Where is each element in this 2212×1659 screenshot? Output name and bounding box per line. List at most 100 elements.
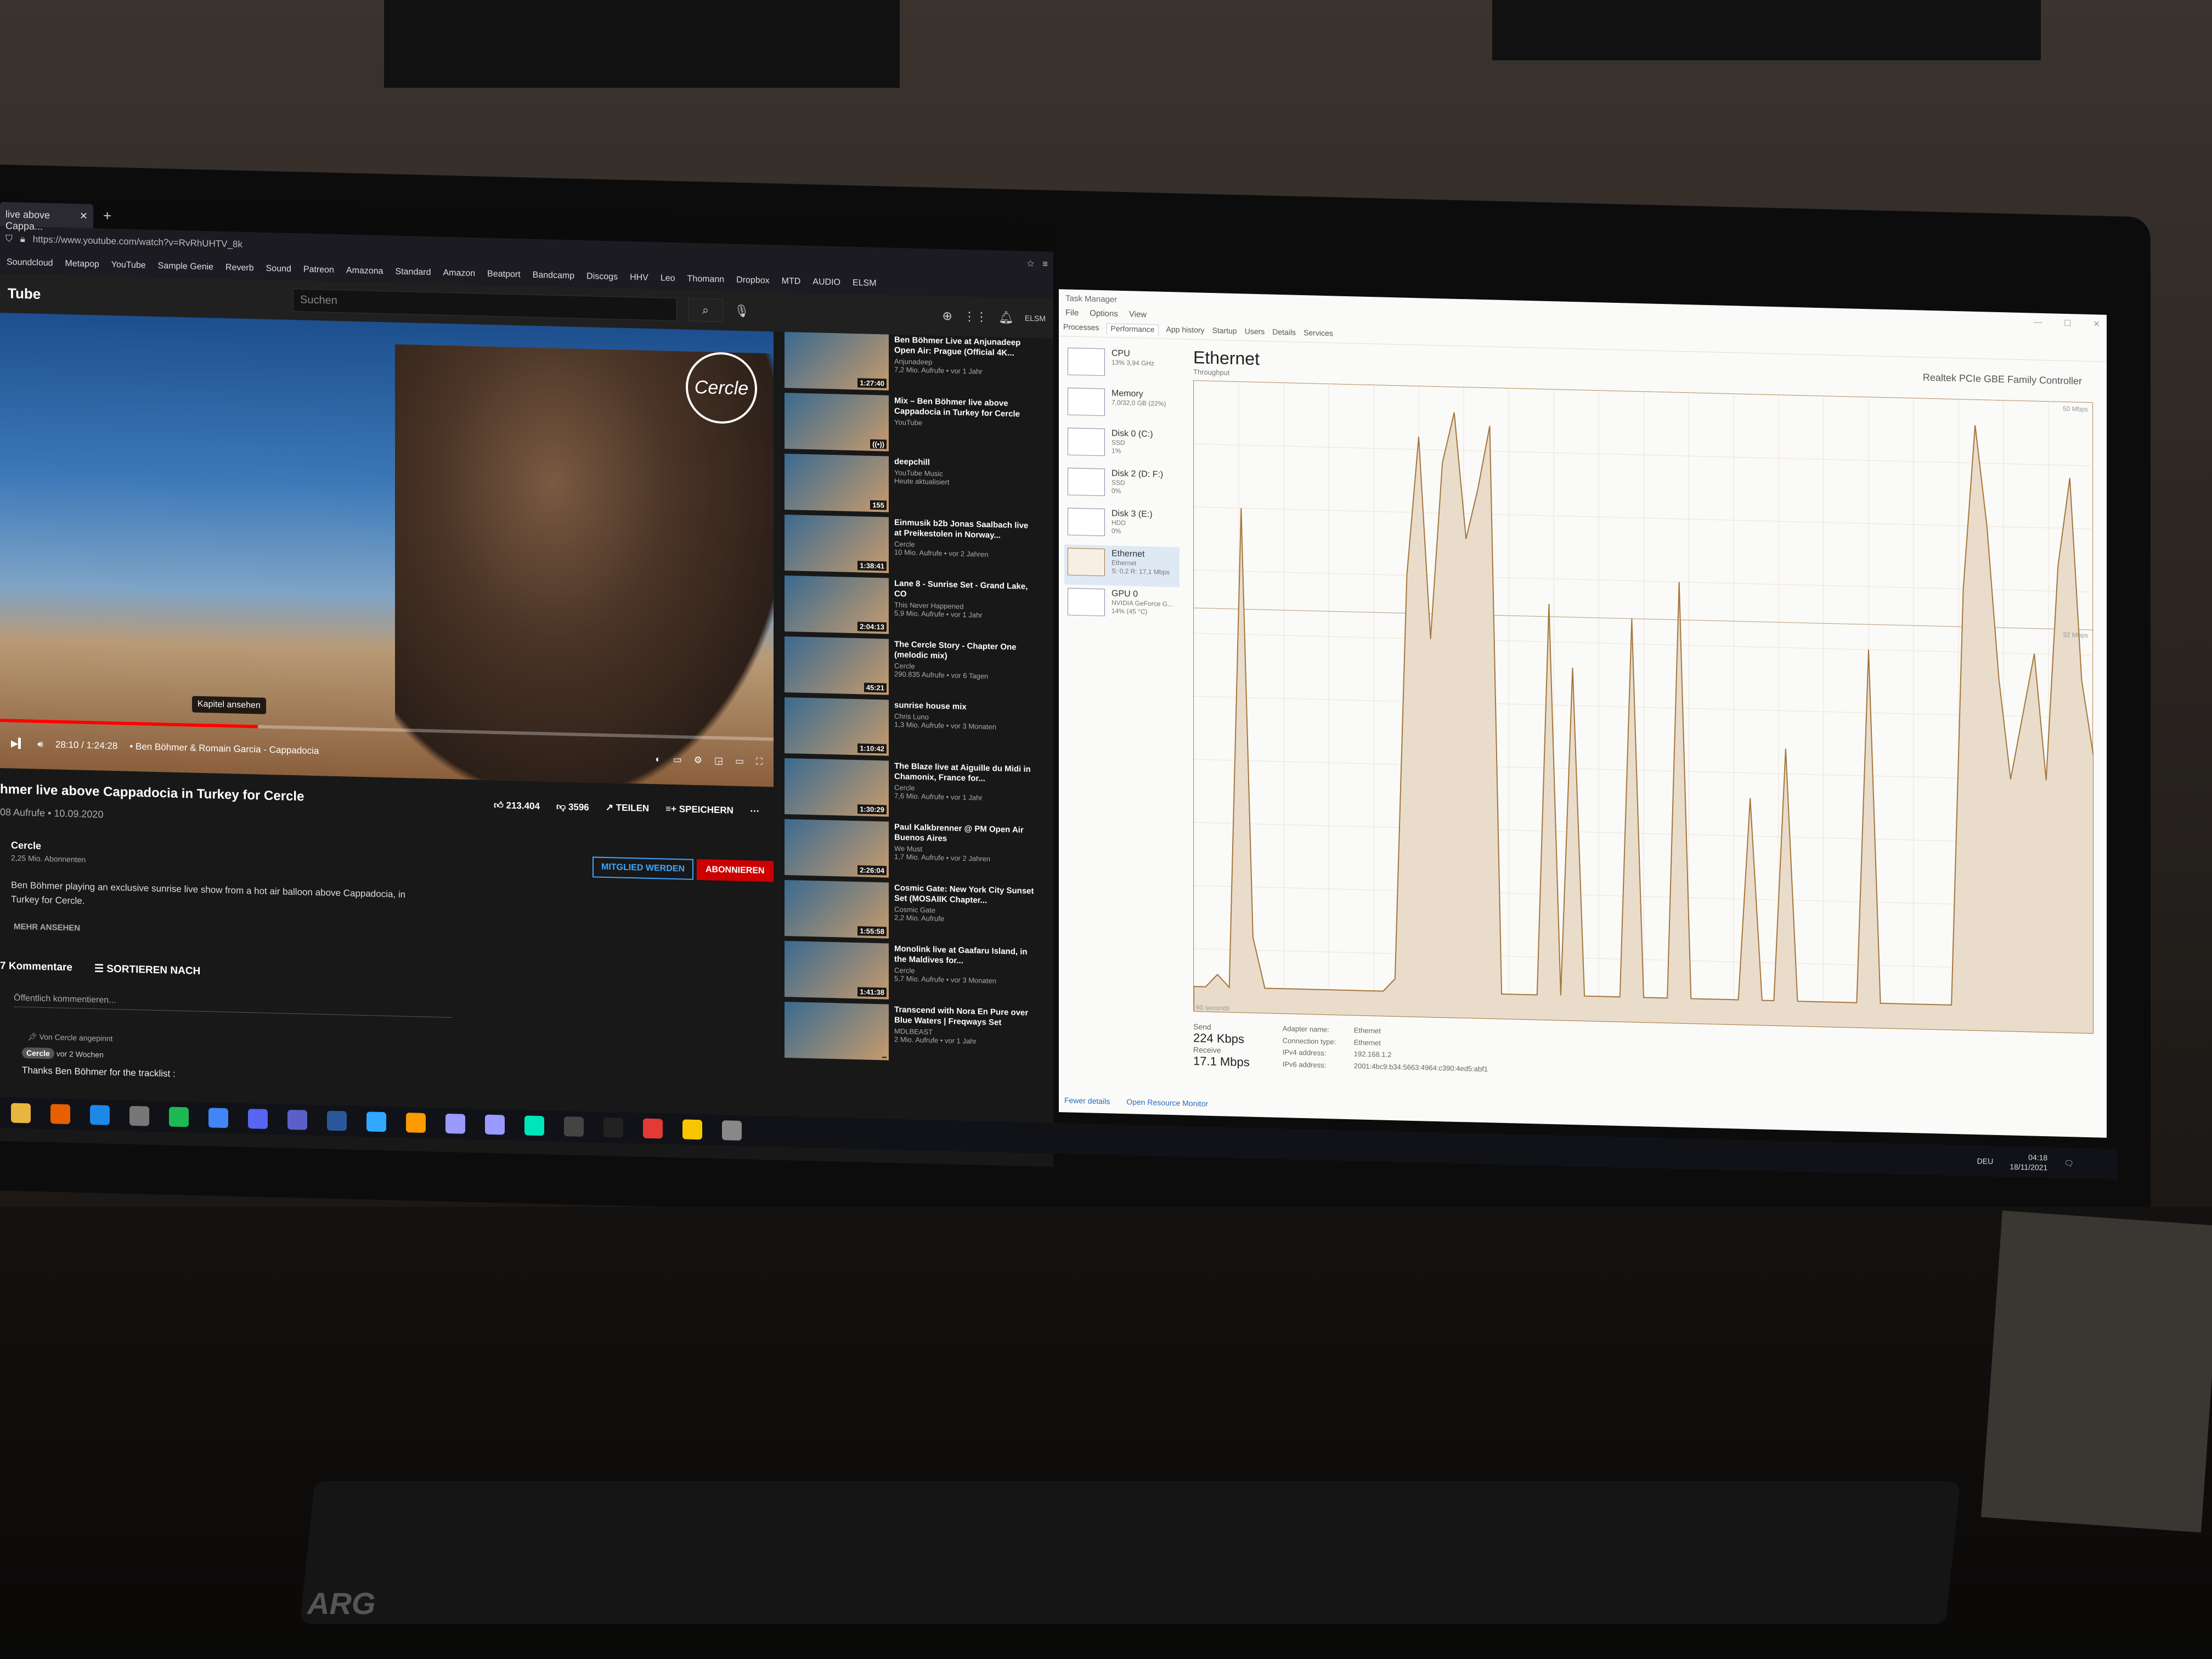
recommendation-thumbnail[interactable]: 1:30:29: [785, 758, 889, 817]
tm-tab[interactable]: Startup: [1212, 326, 1237, 338]
tm-tab[interactable]: Details: [1272, 328, 1296, 340]
subscribe-button[interactable]: ABONNIEREN: [697, 859, 774, 882]
show-more-button[interactable]: MEHR ANSEHEN: [14, 922, 80, 933]
recommendation-item[interactable]: Transcend with Nora En Pure over Blue Wa…: [785, 1001, 1042, 1069]
taskbar-app-icon[interactable]: [208, 1108, 228, 1128]
close-icon[interactable]: ✕: [2093, 319, 2100, 329]
tm-tab[interactable]: App history: [1166, 325, 1205, 337]
recommendation-title[interactable]: Einmusik b2b Jonas Saalbach live at Prei…: [894, 517, 1037, 541]
autoplay-toggle[interactable]: ◐: [655, 754, 661, 765]
save-button[interactable]: ≡+ SPEICHERN: [665, 804, 733, 817]
next-icon[interactable]: ▶▍: [11, 738, 25, 749]
close-icon[interactable]: ✕: [80, 211, 88, 222]
new-tab-button[interactable]: +: [93, 202, 121, 229]
taskbar-app-icon[interactable]: [327, 1110, 347, 1131]
more-icon[interactable]: ⋯: [750, 805, 759, 817]
maximize-icon[interactable]: ☐: [2064, 318, 2071, 328]
like-button[interactable]: 👍︎ 213.404: [494, 799, 540, 812]
search-input[interactable]: Suchen: [293, 289, 677, 321]
recommendation-item[interactable]: 1:41:38 Monolink live at Gaafaru Island, …: [785, 940, 1042, 1008]
chapter-title[interactable]: • Ben Böhmer & Romain Garcia - Cappadoci…: [129, 741, 319, 757]
gear-icon[interactable]: ⚙: [694, 755, 702, 766]
taskbar-app-icon[interactable]: [248, 1109, 268, 1129]
resource-monitor-link[interactable]: Open Resource Monitor: [1126, 1097, 1208, 1108]
create-icon[interactable]: ⊕: [943, 309, 952, 323]
recommendation-title[interactable]: Transcend with Nora En Pure over Blue Wa…: [894, 1005, 1037, 1029]
channel-name[interactable]: Cercle: [11, 839, 86, 853]
microphone-icon[interactable]: 🎙︎: [734, 304, 749, 319]
recommendation-channel[interactable]: YouTube: [894, 418, 1037, 430]
recommendation-item[interactable]: 155 deepchill YouTube Music Heute aktualisi…: [785, 453, 1042, 521]
recommendation-title[interactable]: Monolink live at Gaafaru Island, in the …: [894, 944, 1037, 968]
sort-button[interactable]: ☰ SORTIEREN NACH: [94, 962, 200, 978]
clock[interactable]: 04:18 18/11/2021: [2010, 1152, 2047, 1173]
recommendation-thumbnail[interactable]: 1:41:38: [785, 940, 889, 1000]
recommendation-item[interactable]: 45:21 The Cercle Story - Chapter One (mel…: [785, 636, 1042, 703]
recommendation-thumbnail[interactable]: [785, 1001, 889, 1060]
recommendation-thumbnail[interactable]: 1:10:42: [785, 697, 889, 756]
comment-input[interactable]: Öffentlich kommentieren...: [14, 993, 453, 1018]
bookmark-item[interactable]: Standard: [396, 267, 431, 278]
bookmark-item[interactable]: Soundcloud: [7, 257, 53, 268]
taskbar-app-icon[interactable]: [287, 1109, 307, 1130]
taskbar-app-icon[interactable]: [485, 1114, 505, 1135]
bookmark-item[interactable]: Patreon: [303, 265, 334, 275]
lang-indicator[interactable]: DEU: [1977, 1156, 1994, 1166]
menu-item[interactable]: Options: [1090, 309, 1118, 320]
join-button[interactable]: MITGLIED WERDEN: [592, 856, 693, 880]
recommendation-item[interactable]: 1:38:41 Einmusik b2b Jonas Saalbach live …: [785, 514, 1042, 582]
recommendation-item[interactable]: 1:27:40 Ben Böhmer Live at Anjunadeep Ope…: [785, 331, 1042, 399]
menu-item[interactable]: View: [1129, 309, 1147, 321]
dislike-button[interactable]: 👎︎ 3596: [556, 801, 589, 813]
taskbar-app-icon[interactable]: [564, 1116, 584, 1137]
taskbar-app-icon[interactable]: [11, 1103, 31, 1124]
taskbar-app-icon[interactable]: [366, 1111, 386, 1132]
taskbar-app-icon[interactable]: [90, 1105, 110, 1125]
taskbar-app-icon[interactable]: [169, 1107, 189, 1127]
recommendation-thumbnail[interactable]: 45:21: [785, 636, 889, 695]
bookmark-item[interactable]: Bandcamp: [533, 270, 575, 281]
resource-item[interactable]: CPU 13% 3,94 GHz: [1064, 344, 1180, 387]
recommendation-thumbnail[interactable]: 1:38:41: [785, 514, 889, 573]
fewer-details-link[interactable]: Fewer details: [1064, 1096, 1110, 1105]
tm-tab[interactable]: Performance: [1107, 323, 1159, 336]
avatar[interactable]: ELSM: [1025, 314, 1046, 323]
recommendation-title[interactable]: Paul Kalkbrenner @ PM Open Air Buenos Ai…: [894, 822, 1037, 846]
tm-tab[interactable]: Services: [1304, 328, 1333, 340]
recommendation-thumbnail[interactable]: ((•)): [785, 392, 889, 452]
share-button[interactable]: ↗ TEILEN: [606, 802, 649, 815]
recommendation-title[interactable]: The Blaze live at Aiguille du Midi in Ch…: [894, 761, 1037, 785]
recommendation-title[interactable]: The Cercle Story - Chapter One (melodic …: [894, 639, 1037, 663]
bell-icon[interactable]: 🔔︎: [998, 310, 1014, 325]
bookmark-item[interactable]: AUDIO: [812, 277, 840, 287]
taskbar-app-icon[interactable]: [722, 1120, 742, 1141]
subtitles-icon[interactable]: ▭: [673, 754, 682, 765]
menu-icon[interactable]: ≡: [1042, 258, 1048, 269]
fullscreen-icon[interactable]: ⛶: [756, 757, 763, 768]
bookmark-item[interactable]: MTD: [782, 276, 801, 287]
recommendation-title[interactable]: Ben Böhmer Live at Anjunadeep Open Air: …: [894, 335, 1037, 359]
recommendation-item[interactable]: 1:30:29 The Blaze live at Aiguille du Mid…: [785, 758, 1042, 825]
shield-icon[interactable]: ⛉: [5, 233, 13, 244]
search-icon[interactable]: ⌕: [688, 298, 723, 323]
tm-tab[interactable]: Users: [1245, 326, 1265, 338]
recommendation-item[interactable]: 2:26:04 Paul Kalkbrenner @ PM Open Air Bu…: [785, 819, 1042, 886]
recommendation-item[interactable]: 1:10:42 sunrise house mix Chris Luno 1,3 Mi…: [785, 697, 1042, 764]
taskbar-app-icon[interactable]: [50, 1104, 70, 1125]
recommendation-item[interactable]: 1:55:58 Cosmic Gate: New York City Sunset…: [785, 879, 1042, 947]
bookmark-item[interactable]: Beatport: [487, 269, 520, 280]
bookmark-item[interactable]: Metapop: [65, 259, 99, 270]
resource-item[interactable]: Memory 7,0/32,0 GB (22%): [1064, 384, 1180, 427]
recommendation-title[interactable]: Lane 8 - Sunrise Set - Grand Lake, CO: [894, 578, 1037, 602]
bookmark-item[interactable]: Sound: [266, 264, 291, 274]
taskbar-app-icon[interactable]: [129, 1105, 149, 1126]
taskbar-app-icon[interactable]: [445, 1113, 465, 1134]
resource-item[interactable]: Disk 0 (C:) SSD 1%: [1064, 424, 1180, 467]
theater-icon[interactable]: ▭: [735, 756, 744, 767]
bookmark-item[interactable]: Discogs: [586, 272, 618, 282]
bookmark-item[interactable]: ELSM: [853, 278, 877, 289]
youtube-logo[interactable]: Tube: [8, 285, 101, 304]
browser-tab[interactable]: live above Cappa... ✕: [0, 202, 93, 232]
resource-item[interactable]: Ethernet Ethernet S: 0,2 R: 17,1 Mbps: [1064, 544, 1180, 588]
recommendation-item[interactable]: ((•)) Mix – Ben Böhmer live above Cappado…: [785, 392, 1042, 460]
